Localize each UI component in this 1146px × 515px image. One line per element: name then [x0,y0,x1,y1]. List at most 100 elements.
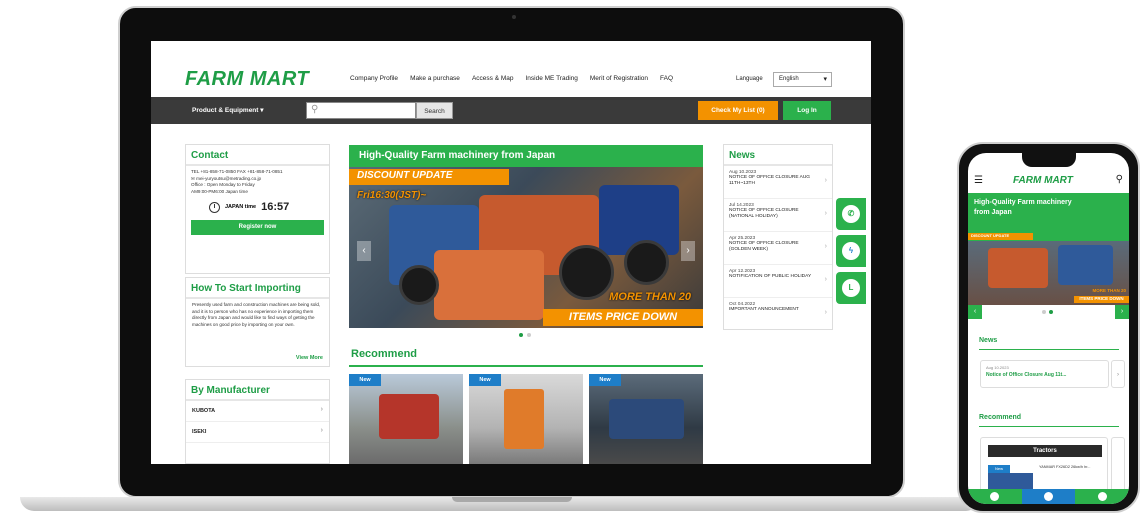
mobile-dot[interactable] [1042,310,1046,314]
banner-dot-active[interactable] [519,333,523,337]
nav-merit-registration[interactable]: Merit of Registration [590,75,648,82]
search-button[interactable]: Search [416,102,453,119]
hamburger-menu-icon[interactable]: ☰ [974,175,983,186]
mobile-line-button[interactable] [1075,489,1129,504]
mobile-whatsapp-button[interactable] [968,489,1022,504]
recommend-divider [349,365,703,367]
new-badge: New [469,374,501,386]
mobile-banner-dots [1042,310,1053,314]
mobile-news-next[interactable]: › [1111,360,1125,388]
whatsapp-button[interactable]: ✆ [836,198,866,230]
manufacturer-title: By Manufacturer [186,380,329,401]
site-logo[interactable]: FARM MART [185,68,309,91]
mockup-stage: FARM MART Company Profile Make a purchas… [0,0,1146,515]
desktop-screen: FARM MART Company Profile Make a purchas… [151,41,871,464]
mobile-screen: ☰ FARM MART ⚲ High-Quality Farm machiner… [968,153,1129,504]
messenger-button[interactable]: ϟ [836,235,866,267]
hero-banner[interactable]: High-Quality Farm machinery from Japan D… [349,145,703,328]
mobile-logo[interactable]: FARM MART [1013,175,1073,186]
mobile-discount: DISCOUNT UPDATE [968,233,1033,240]
nav-inside-trading[interactable]: Inside ME Trading [525,75,577,82]
japan-time-label: JAPAN time [225,204,257,210]
line-icon [1097,492,1107,501]
news-item[interactable]: Apr 25.2023 NOTICE OF OFFICE CLOSURE (GO… [724,232,832,265]
manufacturer-item-kubota[interactable]: KUBOTA [186,401,329,422]
mobile-news-card[interactable]: Aug 10.2023 Notice of Office Closure Aug… [980,360,1109,388]
search-icon: ⚲ [311,104,319,115]
news-text: NOTIFICATION OF PUBLIC HOLIDAY [729,274,812,279]
banner-title: High-Quality Farm machinery from Japan [349,145,703,167]
tractor-image [1058,245,1113,285]
laptop-notch [452,497,572,502]
mobile-banner-nav: ‹ › [968,305,1129,319]
clock-icon [209,201,220,213]
login-button[interactable]: Log In [783,101,831,120]
language-select[interactable]: English [773,72,832,87]
banner-next-arrow[interactable]: › [681,241,695,261]
news-text: NOTICE OF OFFICE CLOSURE AUG 11TH~13TH [729,175,811,186]
mobile-more: MORE THAN 20 [1092,288,1126,293]
register-button[interactable]: Register now [191,220,324,235]
product-menu[interactable]: Product & Equipment ▾ [192,106,264,114]
language-value: English [779,76,799,82]
recommend-card[interactable]: New [469,374,583,464]
tractor-image [379,394,439,439]
howto-title: How To Start Importing [186,278,329,299]
mobile-footer [968,489,1129,504]
nav-faq[interactable]: FAQ [660,75,673,82]
whatsapp-icon: ✆ [842,205,860,223]
news-text: IMPORTANT ANNOUNCEMENT [729,307,799,312]
news-item[interactable]: Aug 10.2023 NOTICE OF OFFICE CLOSURE AUG… [724,166,832,199]
mylist-button[interactable]: Check My List (0) [698,101,778,120]
mobile-tractors-tab[interactable]: Tractors [988,445,1102,457]
news-item[interactable]: Oct 04.2022 IMPORTANT ANNOUNCEMENT [724,298,832,331]
tractor-wheel [399,265,439,305]
mobile-news-divider [979,349,1119,350]
recommend-card[interactable]: New [349,374,463,464]
banner-price-down: ITEMS PRICE DOWN [543,309,703,326]
contact-title: Contact [186,145,329,166]
contact-panel: Contact TEL +81-858-71-0850 FAX +81-858-… [185,144,330,274]
news-panel: News Aug 10.2023 NOTICE OF OFFICE CLOSUR… [723,144,833,330]
mobile-dot-active[interactable] [1049,310,1053,314]
product-menu-label: Product & Equipment [192,107,259,114]
mobile-search-icon[interactable]: ⚲ [1116,174,1123,185]
new-badge: New [988,465,1010,473]
nav-make-purchase[interactable]: Make a purchase [410,75,460,82]
mobile-messenger-button[interactable] [1021,489,1076,504]
contact-tel-fax: TEL +81-858-71-0850 FAX +81-858-71-0851 [191,169,283,174]
news-item[interactable]: Jul 14.2023 NOTICE OF OFFICE CLOSURE (NA… [724,199,832,232]
mobile-next-arrow[interactable]: › [1115,305,1129,319]
mobile-news-title: News [979,337,998,344]
language-label: Language [736,76,763,82]
mobile-hero-title: High-Quality Farm machinery from Japan [974,199,1072,216]
mobile-price-down: ITEMS PRICE DOWN [1074,296,1129,303]
machine-image [609,399,684,439]
tractor-image [434,250,544,320]
messenger-icon [1044,492,1053,501]
mobile-prev-arrow[interactable]: ‹ [968,305,982,319]
news-text: NOTICE OF OFFICE CLOSURE (GOLDEN WEEK) [729,241,799,252]
search-input[interactable]: ⚲ [306,102,416,119]
banner-discount: DISCOUNT UPDATE [349,169,509,185]
banner-more: MORE THAN 20 [609,291,691,303]
line-button[interactable]: L [836,272,866,304]
toolbar: Product & Equipment ▾ ⚲ Search Check My … [151,97,871,124]
mobile-recommend-card[interactable]: Tractors New YANMAR FX26D2 26kw/h hr... [980,437,1108,497]
banner-date: Fri16:30(JST)~ [357,190,427,201]
mobile-recommend-title: Recommend [979,414,1022,421]
mobile-recommend-next-card[interactable] [1111,437,1125,497]
banner-prev-arrow[interactable]: ‹ [357,241,371,261]
recommend-card[interactable]: New [589,374,703,464]
view-more-link[interactable]: View More [296,355,323,361]
news-item[interactable]: Apr 12.2023 NOTIFICATION OF PUBLIC HOLID… [724,265,832,298]
new-badge: New [589,374,621,386]
phone-notch [1022,153,1076,167]
banner-dot[interactable] [527,333,531,337]
nav-company-profile[interactable]: Company Profile [350,75,398,82]
manufacturer-item-iseki[interactable]: ISEKI [186,422,329,443]
mobile-recommend-divider [979,426,1119,427]
japan-time-value: 16:57 [261,201,290,213]
nav-access-map[interactable]: Access & Map [472,75,514,82]
laptop-camera [512,15,516,19]
